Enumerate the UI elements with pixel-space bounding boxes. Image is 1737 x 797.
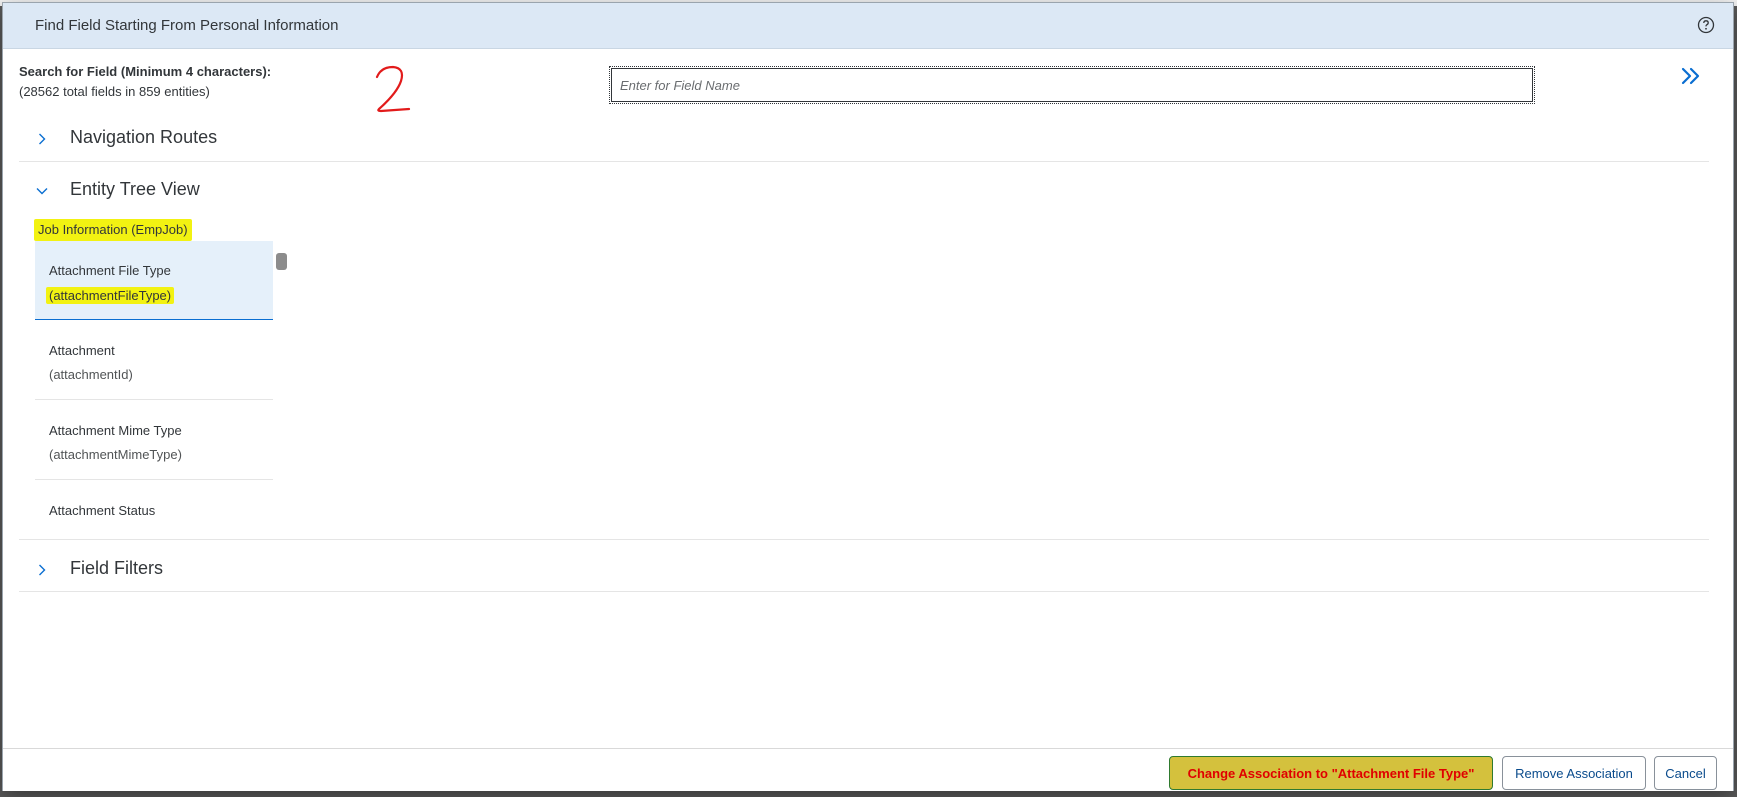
entity-tree-view-header[interactable]: Entity Tree View xyxy=(19,175,1709,209)
field-name: Attachment File Type xyxy=(49,263,171,278)
cancel-button[interactable]: Cancel xyxy=(1654,756,1717,790)
field-name: Attachment Mime Type xyxy=(49,423,182,438)
navigation-routes-header[interactable]: Navigation Routes xyxy=(19,123,1709,157)
dialog-header: Find Field Starting From Personal Inform… xyxy=(3,3,1733,49)
search-input[interactable] xyxy=(609,66,1535,104)
scrollbar-thumb[interactable] xyxy=(276,253,287,270)
divider xyxy=(19,591,1709,592)
field-name: Attachment xyxy=(49,343,115,358)
list-item[interactable]: Attachment Mime Type (attachmentMimeType… xyxy=(35,401,273,480)
navigation-routes-title: Navigation Routes xyxy=(70,127,218,147)
list-item[interactable]: Attachment File Type (attachmentFileType… xyxy=(35,241,273,320)
list-item[interactable]: Attachment (attachmentId) xyxy=(35,321,273,400)
entity-field-list: Attachment File Type (attachmentFileType… xyxy=(35,241,273,527)
divider xyxy=(19,161,1709,162)
dialog-title: Find Field Starting From Personal Inform… xyxy=(35,17,339,34)
chevron-right-icon xyxy=(39,564,46,576)
chevron-down-icon xyxy=(36,188,48,195)
entity-label: Job Information (EmpJob) xyxy=(34,219,192,241)
help-icon[interactable] xyxy=(1697,16,1715,34)
field-name: Attachment Status xyxy=(49,503,156,518)
field-technical-name: (attachmentId) xyxy=(49,367,133,382)
dialog-footer: Change Association to "Attachment File T… xyxy=(3,748,1733,791)
entity-tree-view-title: Entity Tree View xyxy=(70,179,200,199)
field-technical-name: (attachmentMimeType) xyxy=(49,447,182,462)
search-label: Search for Field (Minimum 4 characters): xyxy=(19,64,272,79)
divider xyxy=(19,539,1709,540)
remove-association-button[interactable]: Remove Association xyxy=(1502,756,1646,790)
field-filters-title: Field Filters xyxy=(70,558,164,578)
find-field-dialog: Find Field Starting From Personal Inform… xyxy=(3,3,1733,791)
handwritten-annotation xyxy=(375,65,411,113)
field-filters-header[interactable]: Field Filters xyxy=(19,554,1709,588)
chevron-right-icon xyxy=(39,133,46,145)
list-item[interactable]: Attachment Status xyxy=(35,481,273,527)
change-association-button[interactable]: Change Association to "Attachment File T… xyxy=(1169,756,1493,790)
expand-double-chevron-icon[interactable] xyxy=(1680,66,1702,86)
field-technical-name: (attachmentFileType) xyxy=(46,287,175,304)
field-count-summary: (28562 total fields in 859 entities) xyxy=(19,84,210,99)
